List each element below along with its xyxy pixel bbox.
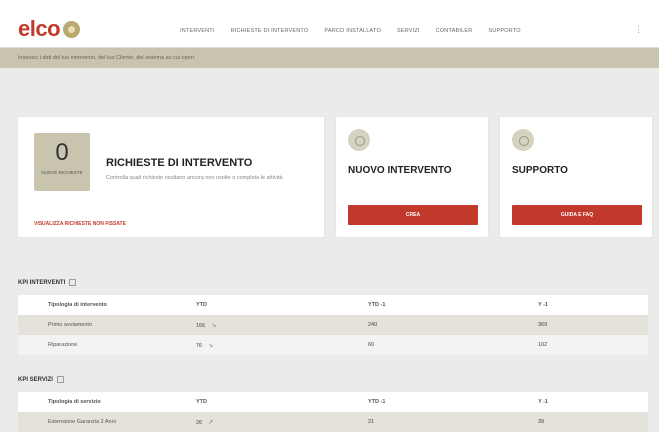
table-header: Tipologia di intervento bbox=[48, 302, 107, 308]
nav-item-parco-installato[interactable]: PARCO INSTALLATO bbox=[324, 28, 381, 34]
requests-description: Controlla quali richieste risultano anco… bbox=[106, 175, 284, 181]
table-header: YTD -1 bbox=[368, 302, 386, 308]
y1-cell: 39 bbox=[538, 419, 545, 425]
guide-faq-button[interactable]: GUIDA E FAQ bbox=[512, 205, 642, 225]
trend-down-icon: ↘ bbox=[211, 323, 217, 329]
logo-text: elco bbox=[18, 16, 61, 41]
nav-item-supporto[interactable]: SUPPORTO bbox=[488, 28, 520, 34]
new-intervention-card: NUOVO INTERVENTO CREA bbox=[336, 117, 488, 237]
new-intervention-title: NUOVO INTERVENTO bbox=[348, 165, 452, 176]
table-header-row: Tipologia di intervento YTD YTD -1 Y -1 bbox=[18, 295, 648, 315]
ytd1-cell: 21 bbox=[368, 419, 375, 425]
requests-count: 0 bbox=[55, 139, 69, 166]
kpi-interventi-table: Tipologia di intervento YTD YTD -1 Y -1 … bbox=[18, 295, 648, 355]
table-header: Y -1 bbox=[538, 399, 548, 405]
kpi-interventi-title: KPI INTERVENTI bbox=[18, 279, 77, 286]
table-header: Y -1 bbox=[538, 302, 548, 308]
kpi-servizi-label: KPI SERVIZI bbox=[18, 376, 53, 383]
ytd-value: 76 bbox=[196, 343, 203, 349]
y1-cell: 369 bbox=[538, 322, 548, 328]
trend-up-icon: ↗ bbox=[208, 420, 214, 426]
info-banner: Inserisci i dati del tuo intervento, del… bbox=[0, 48, 659, 68]
table-row: Primo avviamento 166 ↘ 240 369 bbox=[18, 315, 648, 335]
create-button[interactable]: CREA bbox=[348, 205, 478, 225]
banner-text: Inserisci i dati del tuo intervento, del… bbox=[18, 55, 196, 61]
requests-title: RICHIESTE DI INTERVENTO bbox=[106, 157, 253, 169]
nav-item-richieste[interactable]: RICHIESTE DI INTERVENTO bbox=[231, 28, 309, 34]
support-icon bbox=[512, 129, 534, 151]
table-header: YTD bbox=[196, 399, 207, 405]
ytd-value: 26 bbox=[196, 420, 203, 426]
logo-dot-icon bbox=[63, 20, 81, 38]
nav-item-servizi[interactable]: SERVIZI bbox=[397, 28, 420, 34]
support-title: SUPPORTO bbox=[512, 165, 568, 176]
kpi-servizi-title: KPI SERVIZI bbox=[18, 376, 64, 383]
ytd-cell: 76 ↘ bbox=[196, 342, 213, 349]
ytd-value: 166 bbox=[196, 323, 206, 329]
ytd-cell: 166 ↘ bbox=[196, 322, 216, 329]
nav-item-interventi[interactable]: INTERVENTI bbox=[180, 28, 215, 34]
wrench-icon bbox=[348, 129, 370, 151]
nav-item-contabiler[interactable]: CONTABILER bbox=[436, 28, 473, 34]
ytd1-cell: 240 bbox=[368, 322, 378, 328]
requests-card: 0 NUOVE RICHIESTE RICHIESTE DI INTERVENT… bbox=[18, 117, 324, 237]
table-header-row: Tipologia di servizio YTD YTD -1 Y -1 bbox=[18, 392, 648, 412]
menu-dots-icon[interactable]: ⋮ bbox=[634, 24, 643, 35]
view-requests-link[interactable]: VISUALIZZA RICHIESTE NON FISSATE bbox=[34, 221, 126, 227]
support-card: SUPPORTO GUIDA E FAQ bbox=[500, 117, 652, 237]
info-icon[interactable] bbox=[56, 376, 64, 383]
elco-logo[interactable]: elco bbox=[18, 16, 81, 42]
top-navigation-bar: elco INTERVENTI RICHIESTE DI INTERVENTO … bbox=[0, 0, 659, 48]
kpi-interventi-label: KPI INTERVENTI bbox=[18, 279, 66, 286]
ytd1-cell: 60 bbox=[368, 342, 375, 348]
requests-counter: 0 NUOVE RICHIESTE bbox=[34, 133, 90, 191]
table-row: Estensione Garanzia 2 Anni 26 ↗ 21 39 bbox=[18, 412, 648, 432]
trend-down-icon: ↘ bbox=[208, 343, 214, 349]
main-nav: INTERVENTI RICHIESTE DI INTERVENTO PARCO… bbox=[180, 28, 521, 34]
table-header: Tipologia di servizio bbox=[48, 399, 101, 405]
requests-count-label: NUOVE RICHIESTE bbox=[41, 170, 83, 175]
table-row: Riparazione 76 ↘ 60 102 bbox=[18, 335, 648, 355]
kpi-servizi-table: Tipologia di servizio YTD YTD -1 Y -1 Es… bbox=[18, 392, 648, 432]
table-header: YTD bbox=[196, 302, 207, 308]
row-label: Primo avviamento bbox=[48, 322, 93, 328]
row-label: Riparazione bbox=[48, 342, 78, 348]
ytd-cell: 26 ↗ bbox=[196, 419, 213, 426]
y1-cell: 102 bbox=[538, 342, 548, 348]
row-label: Estensione Garanzia 2 Anni bbox=[48, 419, 116, 425]
info-icon[interactable] bbox=[69, 279, 77, 286]
table-header: YTD -1 bbox=[368, 399, 386, 405]
